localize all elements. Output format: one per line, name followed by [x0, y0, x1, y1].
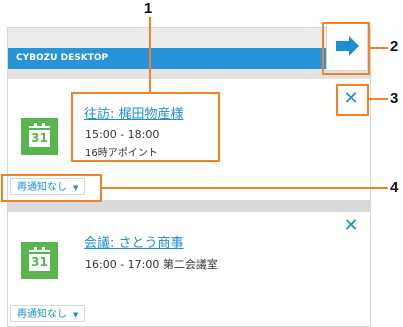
calendar-day: 31	[29, 130, 50, 147]
callout-number-4: 4	[390, 179, 399, 196]
callout-line-1	[149, 17, 151, 92]
close-icon[interactable]: ✕	[339, 214, 363, 238]
caret-down-icon: ▼	[73, 311, 79, 319]
app-title: CYBOZU DESKTOP	[8, 48, 370, 69]
callout-box-1	[71, 92, 220, 162]
snooze-label: 再通知なし	[17, 309, 67, 320]
calendar-icon: 31	[21, 242, 58, 279]
callout-box-2	[322, 22, 370, 75]
panel-top-strip	[8, 28, 370, 48]
callout-number-1: 1	[144, 0, 153, 17]
event-title-link[interactable]: 会議: さとう商事	[84, 232, 184, 251]
callout-box-3	[336, 84, 369, 116]
callout-number-3: 3	[390, 90, 399, 107]
calendar-day: 31	[29, 254, 50, 271]
event-time: 16:00 - 17:00 第二会議室	[85, 258, 218, 271]
calendar-icon: 31	[21, 118, 58, 155]
callout-line-2	[370, 47, 388, 49]
callout-line-4	[102, 187, 388, 189]
callout-number-2: 2	[390, 38, 399, 55]
separator	[8, 69, 370, 79]
callout-box-4	[1, 174, 102, 202]
callout-line-3	[369, 98, 388, 100]
snooze-dropdown[interactable]: 再通知なし ▼	[10, 305, 86, 322]
